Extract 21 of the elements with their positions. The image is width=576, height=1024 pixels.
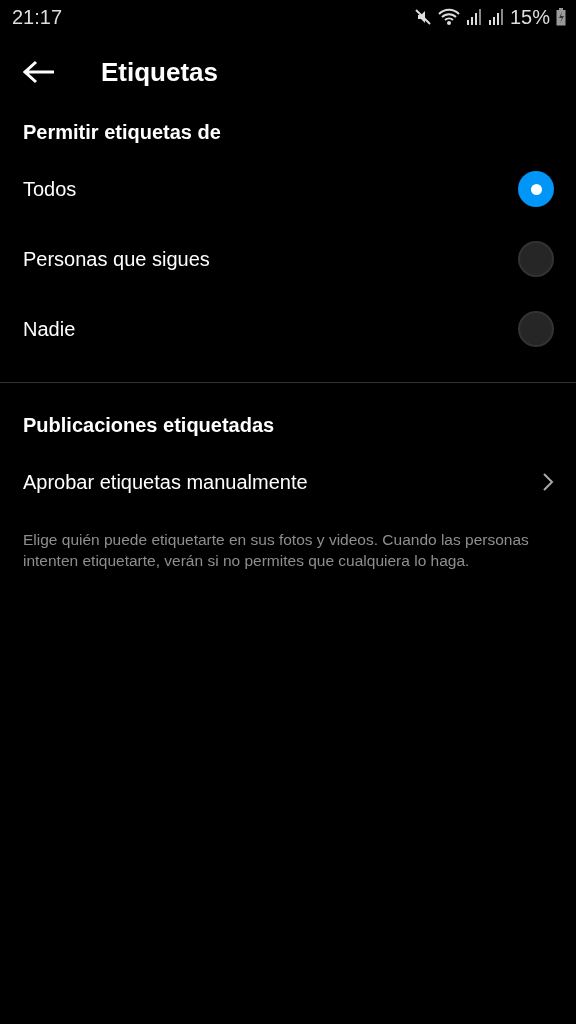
signal-icon — [487, 8, 504, 26]
battery-percent: 15% — [509, 5, 550, 29]
back-button[interactable] — [22, 58, 56, 86]
option-label: Personas que sigues — [23, 247, 210, 271]
chevron-right-icon — [542, 472, 554, 492]
mute-icon — [413, 8, 432, 26]
section-title: Publicaciones etiquetadas — [22, 412, 276, 438]
settings-row[interactable]: Aprobar etiquetas manualmente — [0, 447, 576, 517]
section-title: Permitir etiquetas de — [22, 119, 222, 145]
signal-icon — [465, 8, 482, 26]
radio-button[interactable] — [518, 171, 554, 207]
battery-charging-icon — [556, 8, 566, 26]
radio-button[interactable] — [518, 241, 554, 277]
wifi-icon — [437, 8, 460, 26]
option-label: Nadie — [23, 317, 76, 341]
option-label: Todos — [23, 177, 77, 201]
page-title: Etiquetas — [101, 56, 219, 88]
footnote: Elige quién puede etiquetarte en sus fotos y videos. Cuando las personas intenten etiquetarte, verán si no permites que cualquiera lo haga. — [23, 530, 530, 571]
back-arrow-icon — [23, 60, 55, 84]
status-time: 21:17 — [12, 5, 63, 29]
radio-button[interactable] — [518, 311, 554, 347]
